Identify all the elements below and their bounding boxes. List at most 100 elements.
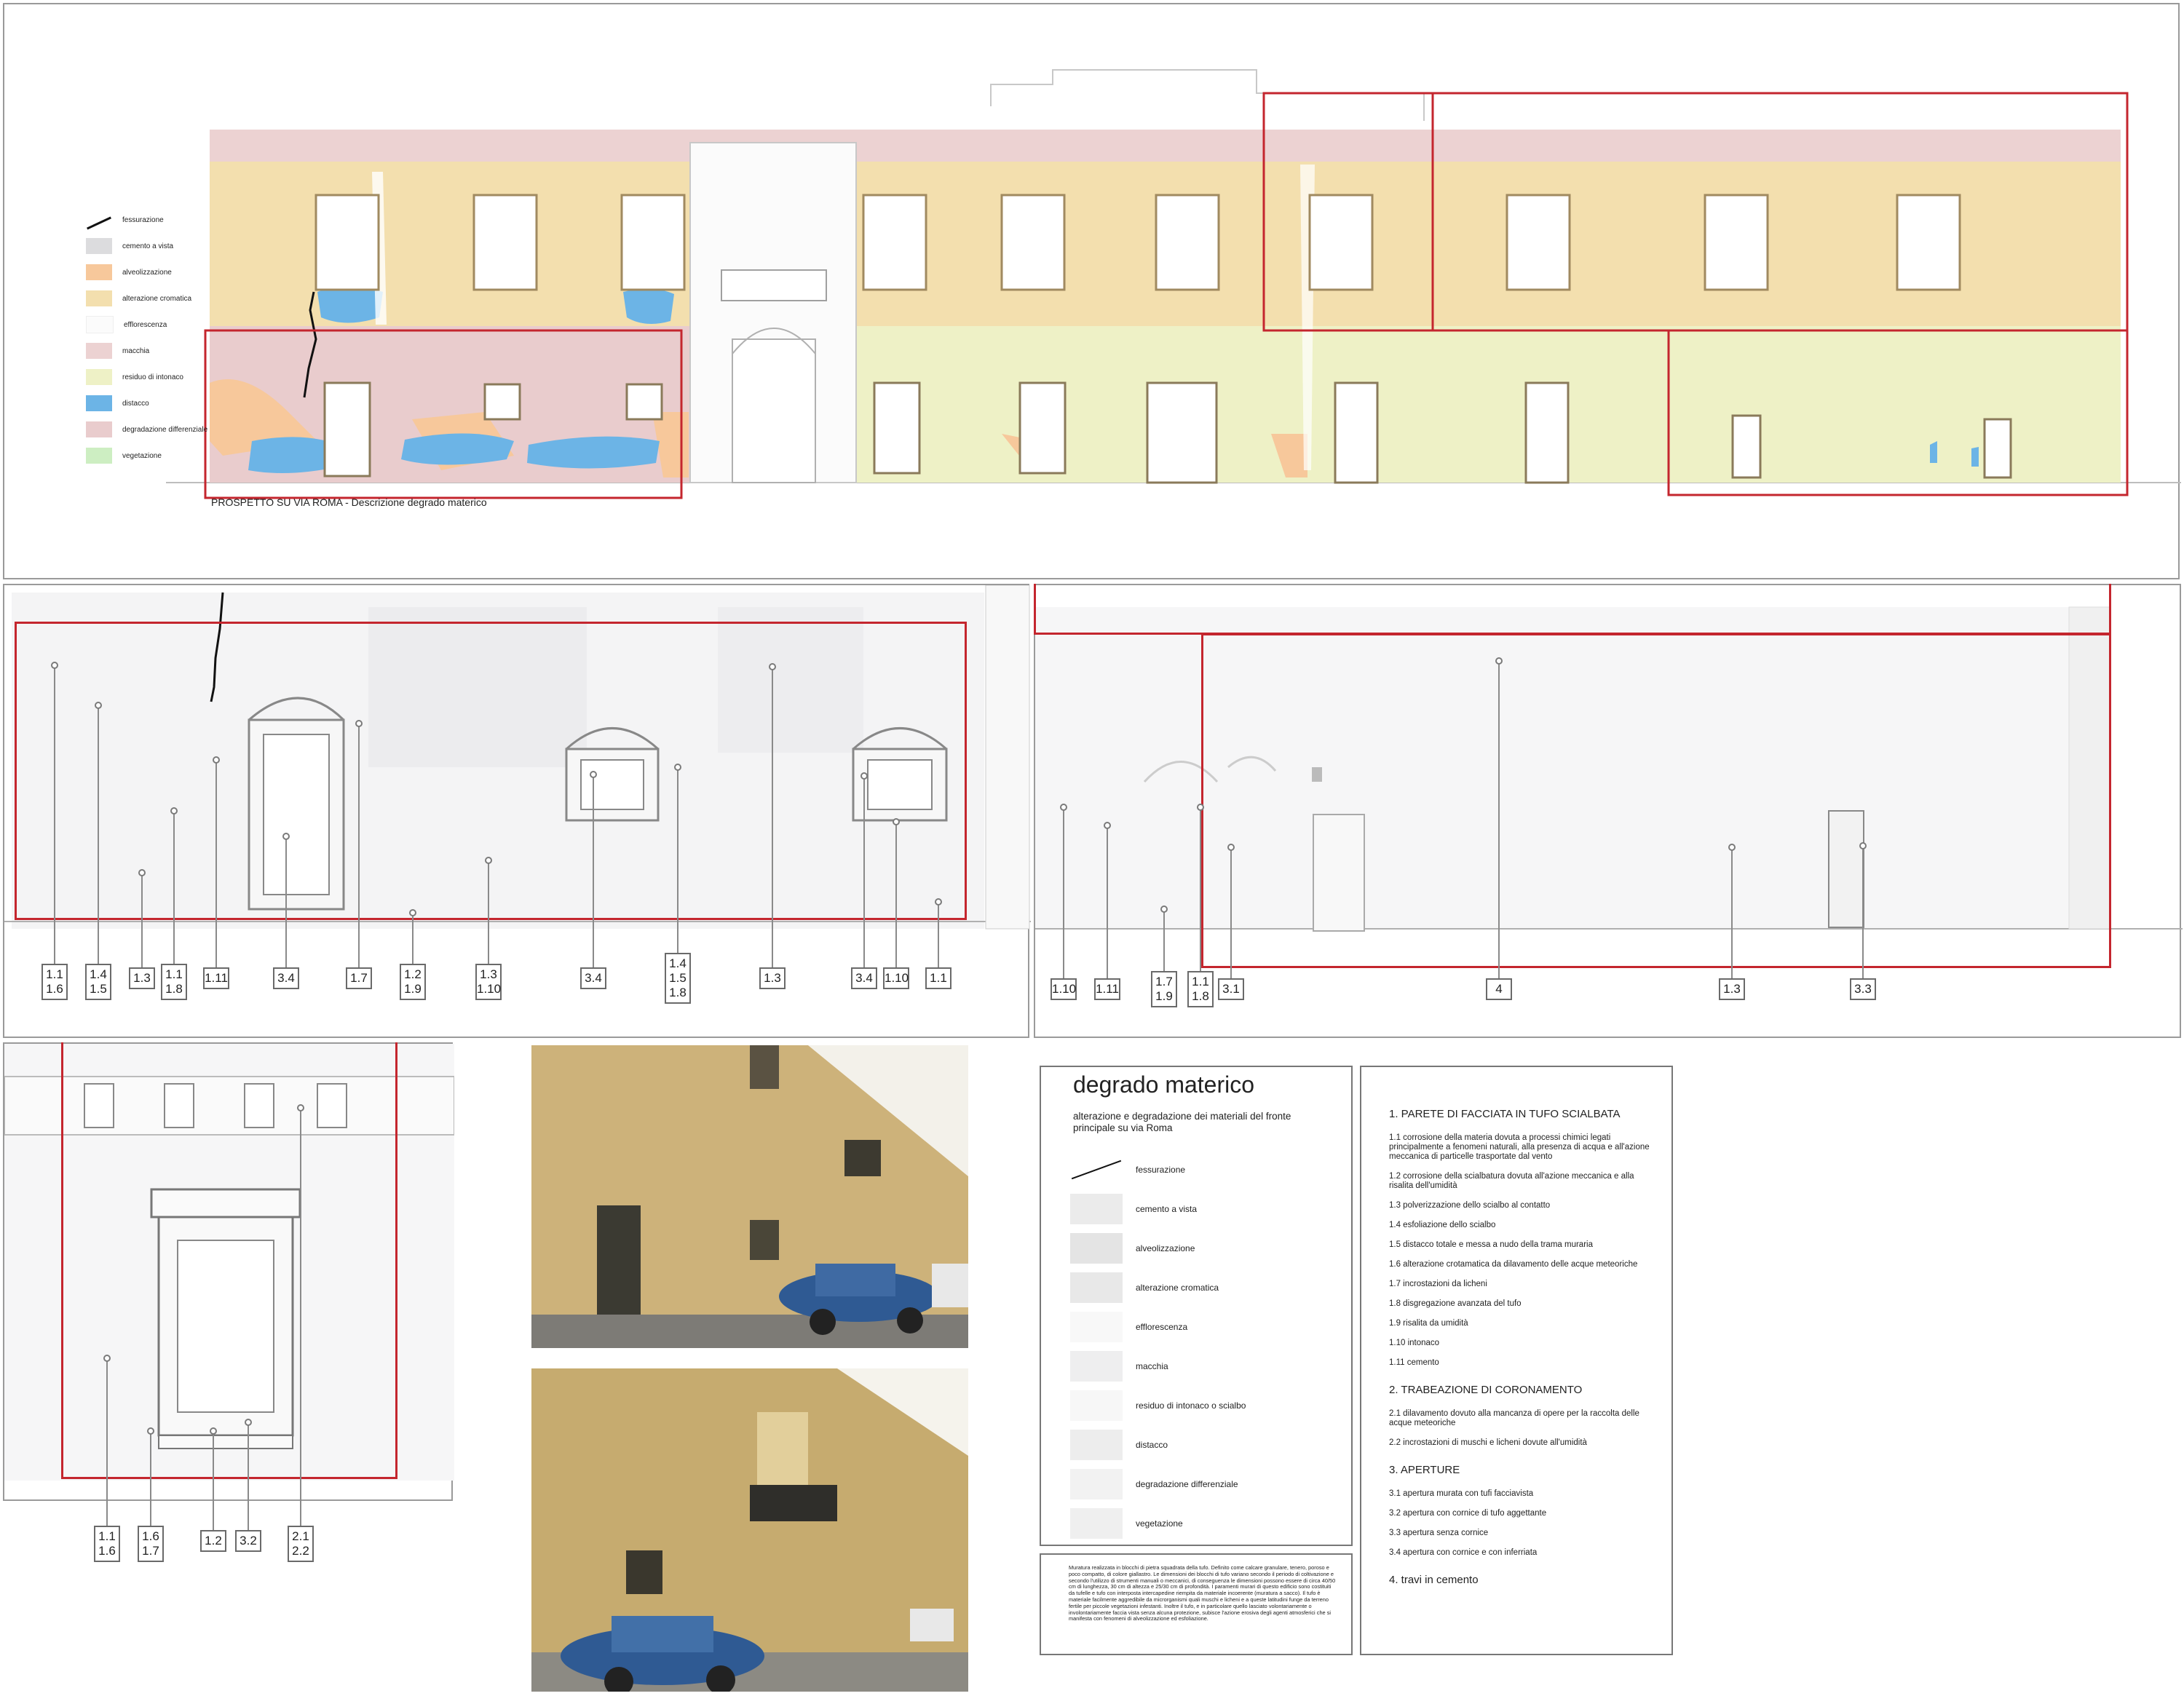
detail-left-panel: 1.1 1.6 1.4 1.5 1.3 1.1 1.8 1.11 3.4 1.7 1.2 1.9 1.3… — [3, 584, 1031, 1038]
elevation-legend: fessurazione cemento a vista alveolizzaz… — [86, 207, 210, 469]
section-item: 1.2 corrosione della scialbatura dovuta … — [1389, 1172, 1634, 1190]
callout-tag-text: 1.3 — [480, 967, 497, 981]
section-item: 2.1 dilavamento dovuto alla mancanza di … — [1389, 1409, 1639, 1427]
callout-tag: 1.11 — [1094, 978, 1120, 1000]
detail-right-panel: 1.10 1.11 1.7 1.9 1.1 1.8 3.1 4 1.3 3.3 — [1034, 584, 2183, 1038]
callout-tag: 4 — [1486, 978, 1512, 1000]
callout-dot — [1495, 657, 1503, 665]
callout-leader-line — [54, 665, 55, 964]
callout-tag: 1.3 — [759, 967, 786, 989]
legend-label: cemento a vista — [122, 242, 174, 250]
legend-swatch — [86, 264, 112, 280]
key-legend-label: efflorescenza — [1136, 1322, 1188, 1332]
legend-label: degradazione differenziale — [122, 425, 208, 434]
callout-leader-line — [1200, 807, 1201, 971]
callout-leader-line — [1163, 909, 1165, 971]
callout-dot — [245, 1419, 252, 1426]
callout-dot — [935, 898, 942, 906]
key-legend-swatch — [1070, 1272, 1123, 1303]
callout-dot — [210, 1427, 217, 1435]
callout-tag: 1.4 1.5 — [85, 964, 111, 1000]
callout-leader-line — [300, 1108, 301, 1526]
callout-tag-text: 1.1 — [1192, 975, 1209, 988]
section-item: 3.3 apertura senza cornice — [1389, 1529, 1489, 1537]
key-legend-item: residuo di intonaco o scialbo — [1070, 1386, 1246, 1425]
callout-leader-line — [285, 836, 287, 967]
callout-leader-line — [1063, 807, 1064, 978]
elevation-caption: PROSPETTO SU VIA ROMA - Descrizione degr… — [211, 496, 487, 508]
photo-illustration — [531, 1368, 968, 1692]
key-legend-item: cemento a vista — [1070, 1189, 1246, 1229]
legend-swatch — [86, 421, 112, 437]
key-legend-swatch — [1070, 1312, 1123, 1342]
section-item: 1.9 risalita da umidità — [1389, 1319, 1468, 1328]
callout-tag-text: 1.2 — [205, 1534, 222, 1548]
callout-dot — [138, 869, 146, 876]
callout-tag-text: 3.1 — [1222, 982, 1240, 996]
callout-tag: 1.2 — [200, 1530, 226, 1552]
callout-tag: 2.1 2.2 — [288, 1526, 314, 1562]
key-legend-label: alterazione cromatica — [1136, 1283, 1219, 1293]
callout-tag-text: 1.5 — [669, 971, 687, 985]
section-item: 1.5 distacco totale e messa a nudo della… — [1389, 1240, 1593, 1249]
callout-leader-line — [938, 902, 939, 967]
legend-swatch — [86, 448, 112, 464]
legend-item: alveolizzazione — [86, 259, 210, 285]
legend-label: alveolizzazione — [122, 268, 172, 277]
callout-tag-text: 1.4 — [90, 967, 107, 981]
section-item: 3.1 apertura murata con tufi facciavista — [1389, 1489, 1534, 1498]
legend-swatch — [86, 369, 112, 385]
callout-leader-line — [895, 822, 897, 967]
legend-item: cemento a vista — [86, 233, 210, 259]
callout-leader-line — [173, 811, 175, 964]
section-item: 1.7 incrostazioni da licheni — [1389, 1280, 1487, 1288]
callout-tag-text: 3.4 — [277, 971, 295, 985]
callout-dot — [95, 702, 102, 709]
callout-tag: 1.3 — [129, 967, 155, 989]
callout-tag-text: 1.8 — [1192, 989, 1209, 1003]
callout-dot — [860, 772, 868, 780]
callout-tag-text: 3.4 — [585, 971, 602, 985]
callout-dot — [1160, 906, 1168, 913]
callout-dot — [409, 909, 416, 916]
callout-tag: 3.4 — [851, 967, 877, 989]
section-item: 1.3 polverizzazione dello scialbo al con… — [1389, 1201, 1551, 1210]
section-heading: 4. travi in cemento — [1389, 1574, 1479, 1586]
callout-dot — [355, 720, 363, 727]
key-subtitle: alterazione e degradazione dei materiali… — [1073, 1111, 1291, 1133]
key-legend-item: fessurazione — [1070, 1150, 1246, 1189]
callout-tag: 1.11 — [203, 967, 229, 989]
key-legend-label: alveolizzazione — [1136, 1243, 1195, 1253]
callout-tag-text: 1.1 — [930, 971, 947, 985]
crack-symbol-icon — [1071, 1160, 1122, 1180]
legend-item: alterazione cromatica — [86, 285, 210, 312]
legend-swatch — [86, 343, 112, 359]
section-heading: 2. TRABEAZIONE DI CORONAMENTO — [1389, 1384, 1583, 1396]
callout-tag-text: 1.3 — [133, 971, 151, 985]
callout-dot — [893, 818, 900, 825]
key-legend-item: vegetazione — [1070, 1504, 1246, 1543]
key-legend-item: alveolizzazione — [1070, 1229, 1246, 1268]
key-legend-item: degradazione differenziale — [1070, 1465, 1246, 1504]
callout-tag-text: 1.9 — [1155, 989, 1173, 1003]
legend-label: alterazione cromatica — [122, 294, 192, 303]
key-legend-item: alterazione cromatica — [1070, 1268, 1246, 1307]
callout-leader-line — [1230, 847, 1232, 978]
elevation-panel: fessurazione cemento a vista alveolizzaz… — [3, 3, 2181, 579]
section-heading: 1. PARETE DI FACCIATA IN TUFO SCIALBATA — [1389, 1108, 1621, 1120]
legend-label: residuo di intonaco — [122, 373, 183, 381]
callout-dot — [282, 833, 290, 840]
key-note-panel: Muratura realizzata in blocchi di pietra… — [1040, 1553, 1353, 1655]
callout-tag-text: 1.7 — [350, 971, 368, 985]
callout-tag-text: 3.4 — [855, 971, 873, 985]
callout-leader-line — [248, 1422, 249, 1530]
callout-tag: 3.3 — [1850, 978, 1876, 1000]
callout-dot — [1060, 804, 1067, 811]
callout-dot — [590, 771, 597, 778]
callout-tag-text: 1.1 — [165, 967, 183, 981]
legend-item: fessurazione — [86, 207, 210, 233]
callout-leader-line — [1498, 661, 1500, 978]
key-legend-swatch — [1070, 1194, 1123, 1224]
section-item: 2.2 incrostazioni di muschi e licheni do… — [1389, 1438, 1587, 1447]
callout-tag-text: 1.1 — [46, 967, 63, 981]
